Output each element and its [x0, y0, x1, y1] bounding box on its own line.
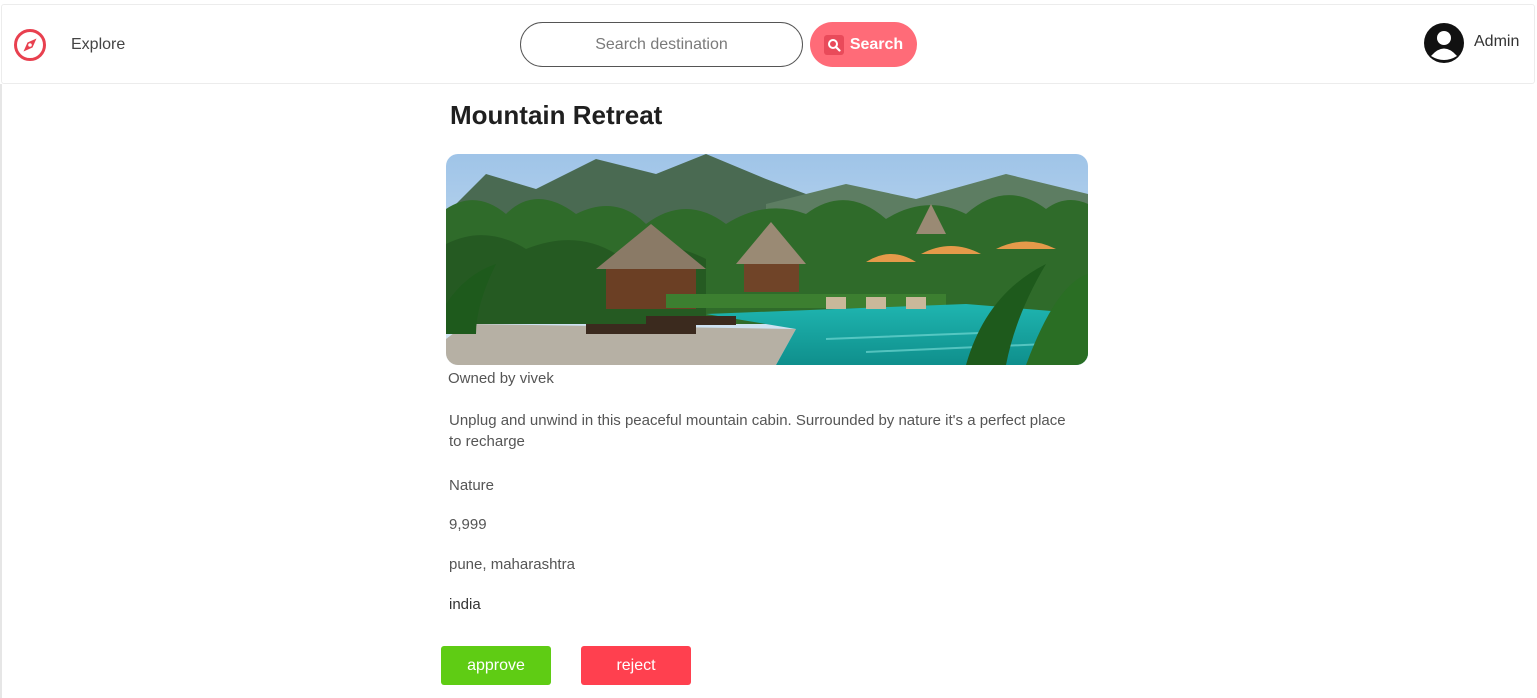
user-name-label: Admin	[1474, 33, 1520, 50]
search-input[interactable]	[520, 22, 803, 67]
listing-title: Mountain Retreat	[450, 100, 663, 130]
listing-location: pune, maharashtra	[449, 556, 575, 573]
listing-category: Nature	[449, 477, 495, 494]
listing-description: Unplug and unwind in this peaceful mount…	[449, 412, 1066, 450]
compass-logo-icon[interactable]	[12, 27, 48, 63]
search-button-label: Search	[849, 35, 904, 53]
reject-button[interactable]: reject	[581, 646, 691, 685]
user-avatar-icon[interactable]	[1424, 23, 1464, 63]
navbar: Explore Search Admin	[1, 4, 1535, 84]
search-icon	[823, 34, 844, 55]
search-button[interactable]: Search	[810, 22, 917, 67]
listing-price: 9,999	[449, 516, 487, 533]
listing-country: india	[449, 596, 481, 613]
page-edge-divider	[0, 84, 2, 698]
listing-image	[446, 154, 1088, 365]
owner-text: Owned by vivek	[448, 370, 554, 387]
explore-link[interactable]: Explore	[71, 36, 125, 54]
approve-button[interactable]: approve	[441, 646, 551, 685]
